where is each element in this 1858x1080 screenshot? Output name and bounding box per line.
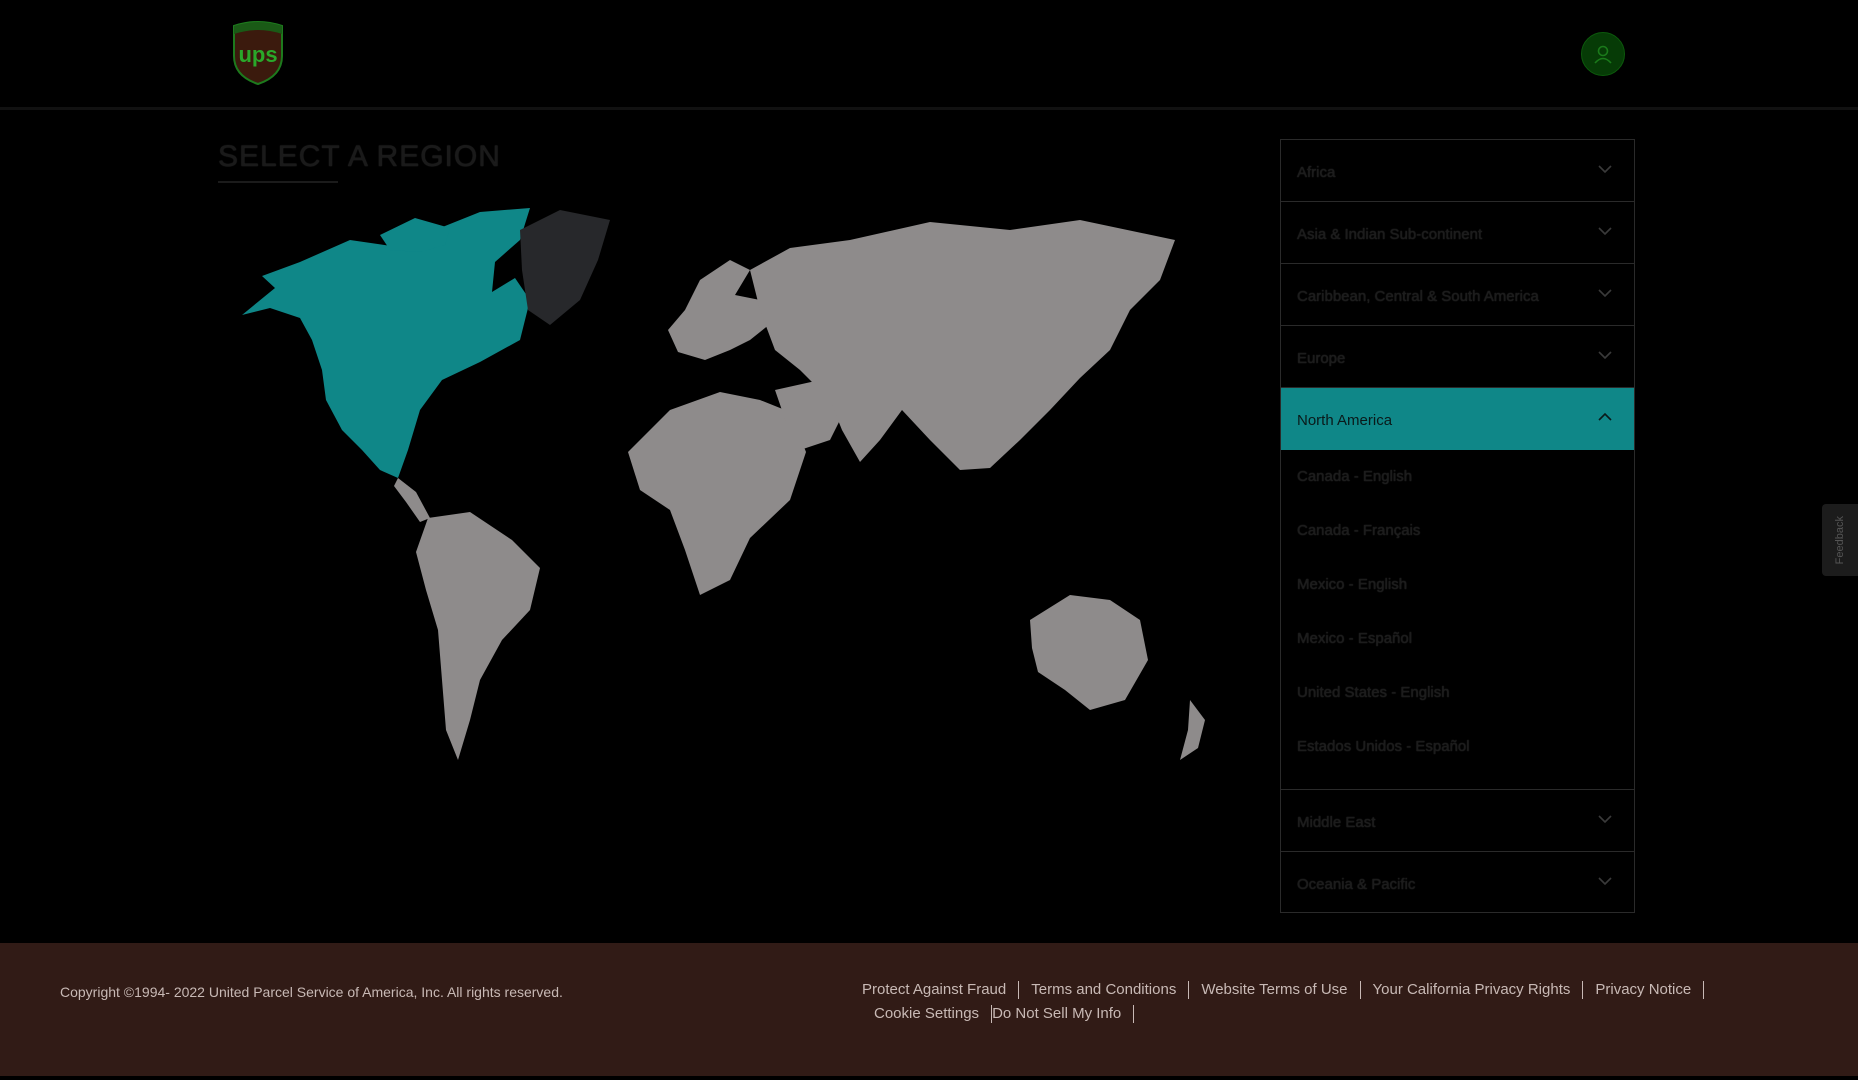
- accordion-label: Africa: [1297, 164, 1336, 181]
- chevron-down-icon: [1598, 227, 1612, 236]
- map-region-south-america[interactable]: [416, 512, 540, 760]
- copyright-text: Copyright ©1994- 2022 United Parcel Serv…: [60, 984, 563, 1000]
- footer-link-do-not-sell[interactable]: Do Not Sell My Info: [992, 1005, 1135, 1023]
- accordion-asia[interactable]: Asia & Indian Sub-continent: [1281, 202, 1634, 264]
- footer-link-cookie-settings[interactable]: Cookie Settings: [862, 1005, 993, 1023]
- accordion-caribbean[interactable]: Caribbean, Central & South America: [1281, 264, 1634, 326]
- country-link-canada-english[interactable]: Canada - English: [1281, 468, 1634, 522]
- site-header: ups: [0, 0, 1858, 108]
- accordion-europe[interactable]: Europe: [1281, 326, 1634, 388]
- footer-link-website-terms[interactable]: Website Terms of Use: [1189, 981, 1361, 999]
- chevron-up-icon: [1598, 412, 1612, 421]
- accordion-label: Europe: [1297, 350, 1346, 367]
- north-america-panel: Canada - English Canada - Français Mexic…: [1281, 450, 1634, 790]
- feedback-tab[interactable]: Feedback: [1822, 504, 1858, 576]
- accordion-label: North America: [1297, 412, 1393, 429]
- accordion-label: Asia & Indian Sub-continent: [1297, 226, 1483, 243]
- country-link-mexico-english[interactable]: Mexico - English: [1281, 576, 1634, 630]
- feedback-label: Feedback: [1834, 515, 1846, 565]
- map-region-africa[interactable]: [628, 392, 806, 595]
- footer-bottom-bar: [0, 1076, 1858, 1080]
- accordion-north-america[interactable]: North America: [1281, 388, 1634, 450]
- country-link-us-english[interactable]: United States - English: [1281, 684, 1634, 738]
- region-accordion: Africa Asia & Indian Sub-continent Carib…: [1280, 139, 1635, 913]
- country-link-us-espanol[interactable]: Estados Unidos - Español: [1281, 738, 1634, 792]
- country-link-canada-francais[interactable]: Canada - Français: [1281, 522, 1634, 576]
- footer-link-terms-conditions[interactable]: Terms and Conditions: [1019, 981, 1190, 999]
- footer-links: Protect Against Fraud Terms and Conditio…: [862, 981, 1792, 1023]
- accordion-oceania[interactable]: Oceania & Pacific: [1281, 852, 1634, 914]
- footer-link-privacy-notice[interactable]: Privacy Notice: [1583, 981, 1705, 999]
- chevron-down-icon: [1598, 351, 1612, 360]
- chevron-down-icon: [1598, 877, 1612, 886]
- accordion-label: Caribbean, Central & South America: [1297, 288, 1539, 305]
- ups-logo[interactable]: ups: [230, 20, 286, 86]
- map-new-zealand[interactable]: [1180, 700, 1205, 760]
- accordion-middle-east[interactable]: Middle East: [1281, 790, 1634, 852]
- chevron-down-icon: [1598, 289, 1612, 298]
- map-region-north-america[interactable]: [242, 208, 530, 478]
- map-region-central-america[interactable]: [394, 478, 430, 522]
- footer-link-protect-fraud[interactable]: Protect Against Fraud: [862, 981, 1020, 999]
- chevron-down-icon: [1598, 815, 1612, 824]
- country-link-mexico-espanol[interactable]: Mexico - Español: [1281, 630, 1634, 684]
- header-divider: [0, 107, 1858, 110]
- site-footer: Copyright ©1994- 2022 United Parcel Serv…: [0, 943, 1858, 1080]
- chevron-down-icon: [1598, 165, 1612, 174]
- accordion-africa[interactable]: Africa: [1281, 140, 1634, 202]
- map-greenland[interactable]: [520, 210, 610, 325]
- title-underline: [218, 181, 338, 183]
- ups-logo-text: ups: [238, 42, 277, 67]
- accordion-label: Oceania & Pacific: [1297, 876, 1416, 893]
- page-title: SELECT A REGION: [218, 140, 501, 173]
- world-map: [242, 208, 1205, 760]
- footer-link-california-privacy[interactable]: Your California Privacy Rights: [1361, 981, 1584, 999]
- accordion-label: Middle East: [1297, 814, 1376, 831]
- user-icon: [1594, 45, 1612, 64]
- profile-button[interactable]: [1581, 32, 1625, 76]
- map-region-oceania[interactable]: [1030, 595, 1148, 710]
